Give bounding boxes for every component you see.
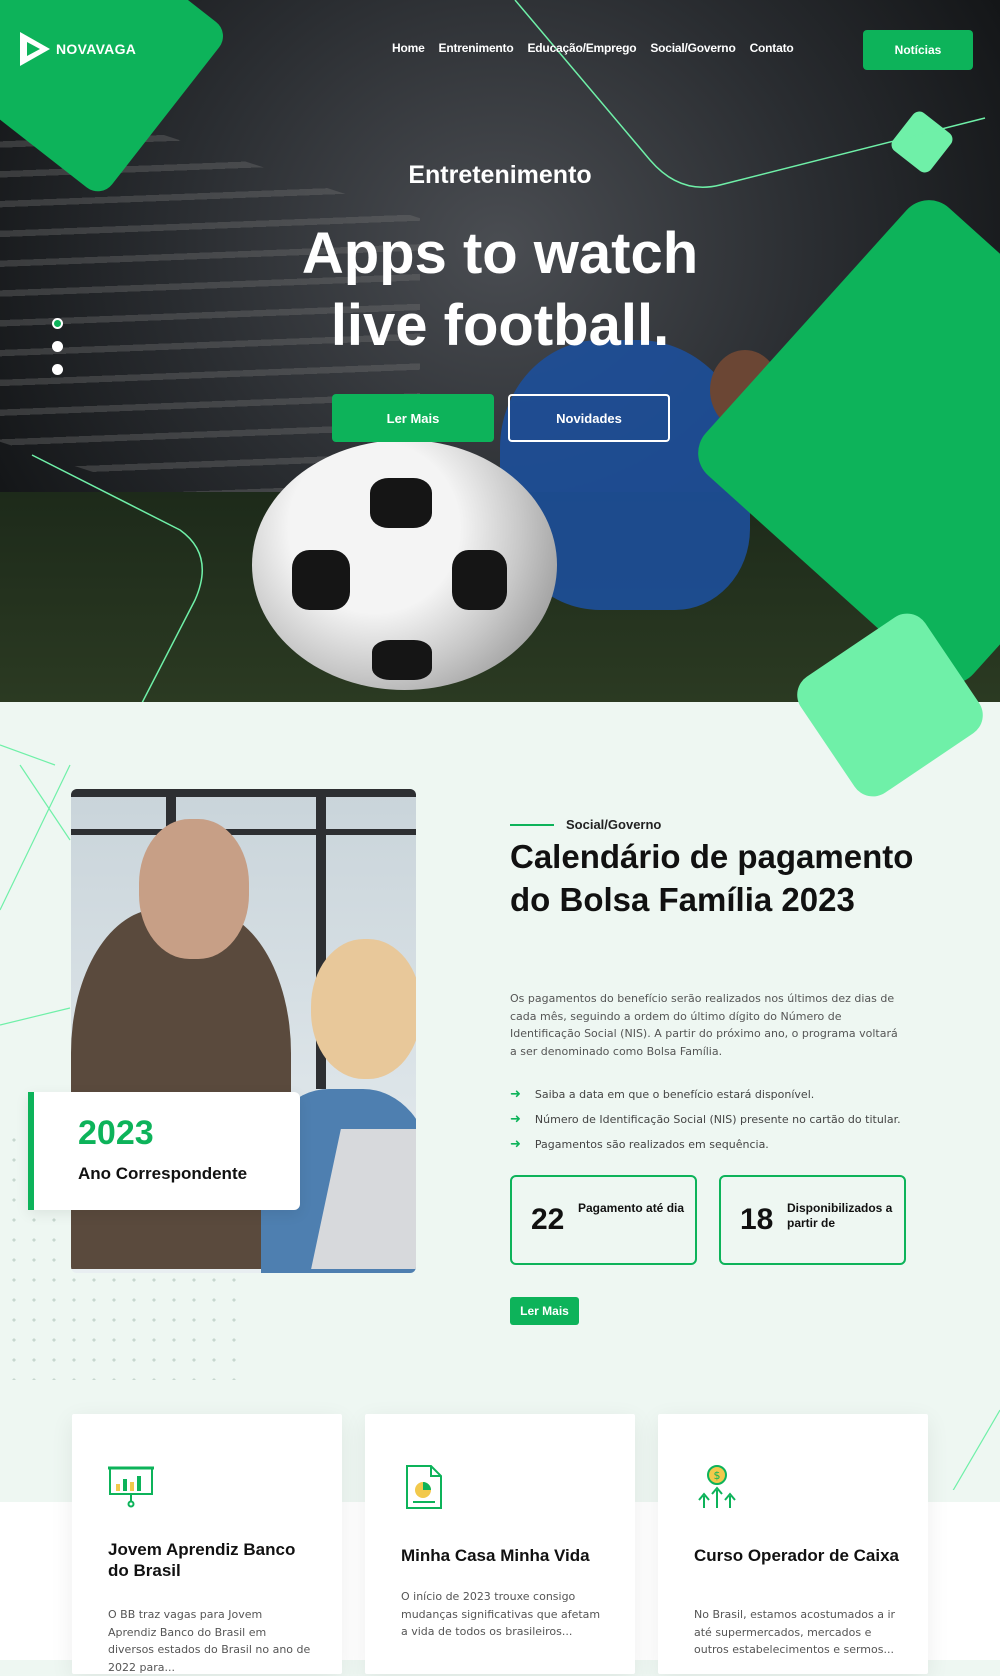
arrow-right-icon: ➜ [510, 1137, 521, 1152]
card-title: Minha Casa Minha Vida [401, 1546, 590, 1565]
document-chart-icon [406, 1465, 442, 1509]
stat-number: 18 [740, 1203, 774, 1236]
slider-dot-1[interactable] [52, 318, 63, 329]
slider-dot-2[interactable] [52, 341, 63, 352]
check-item: ➜ Saiba a data em que o benefício estará … [510, 1087, 815, 1102]
main-nav: Home Entrenimento Educação/Emprego Socia… [392, 41, 794, 55]
brand-name: NOVAVAGA [56, 41, 137, 57]
stat-label: Pagamento até dia [578, 1201, 685, 1215]
svg-text:$: $ [714, 1469, 721, 1482]
stat-label: Disponibilizados a partir de [787, 1201, 893, 1230]
feature-paragraph: Os pagamentos do benefício serão realiza… [510, 992, 898, 1058]
card-jovem-aprendiz[interactable]: Jovem Aprendiz Banco do Brasil O BB traz… [72, 1414, 342, 1674]
read-more-button[interactable]: Ler Mais [332, 394, 494, 442]
feature-title: Calendário de pagamento do Bolsa Família… [510, 838, 914, 918]
hero-title: Apps to watch live football. [301, 221, 699, 358]
news-updates-button[interactable]: Novidades [508, 394, 670, 442]
card-title: Curso Operador de Caixa [694, 1546, 900, 1565]
card-minha-casa[interactable]: Minha Casa Minha Vida O início de 2023 t… [365, 1414, 635, 1674]
nav-home[interactable]: Home [392, 41, 425, 55]
year-card: 2023 Ano Correspondente [28, 1092, 300, 1210]
hero-category: Entretenimento [408, 161, 592, 189]
card-operador-caixa[interactable]: $ Curso Operador de Caixa No Brasil, est… [658, 1414, 928, 1674]
category-line [510, 823, 554, 826]
nav-contato[interactable]: Contato [750, 41, 794, 55]
year-value: 2023 [78, 1114, 154, 1152]
presentation-chart-icon [108, 1466, 154, 1508]
arrow-right-icon: ➜ [510, 1112, 521, 1127]
brand-logo[interactable]: NOVAVAGA [18, 30, 136, 68]
check-item: ➜ Pagamentos são realizados em sequência. [510, 1137, 769, 1152]
money-growth-icon: $ [698, 1465, 736, 1508]
nav-social[interactable]: Social/Governo [650, 41, 735, 55]
card-text: O BB traz vagas para Jovem Aprendiz Banc… [108, 1608, 311, 1674]
feature-read-more-button[interactable]: Ler Mais [510, 1297, 579, 1325]
card-text: O início de 2023 trouxe consigo mudanças… [401, 1590, 601, 1638]
slider-dot-3[interactable] [52, 364, 63, 375]
category-label: Social/Governo [566, 817, 662, 832]
stat-box-available: 18 Disponibilizados a partir de [719, 1175, 906, 1265]
news-button[interactable]: Notícias [863, 30, 973, 70]
arrow-right-icon: ➜ [510, 1087, 521, 1102]
hero-slider: NOVAVAGA Home Entrenimento Educação/Empr… [0, 0, 1000, 702]
nav-educacao[interactable]: Educação/Emprego [528, 41, 637, 55]
check-item: ➜ Número de Identificação Social (NIS) pr… [510, 1112, 901, 1127]
card-text: No Brasil, estamos acostumados a ir até … [694, 1608, 896, 1656]
feature-checklist: ➜ Saiba a data em que o benefício estará … [510, 1082, 901, 1157]
stat-number: 22 [531, 1203, 565, 1236]
slider-dots [52, 318, 63, 375]
play-logo-icon [20, 32, 50, 66]
section-category: Social/Governo [510, 817, 661, 832]
nav-entretenimento[interactable]: Entrenimento [439, 41, 514, 55]
card-title: Jovem Aprendiz Banco do Brasil [108, 1540, 296, 1580]
stat-box-payment: 22 Pagamento até dia [510, 1175, 697, 1265]
year-label: Ano Correspondente [78, 1164, 248, 1183]
